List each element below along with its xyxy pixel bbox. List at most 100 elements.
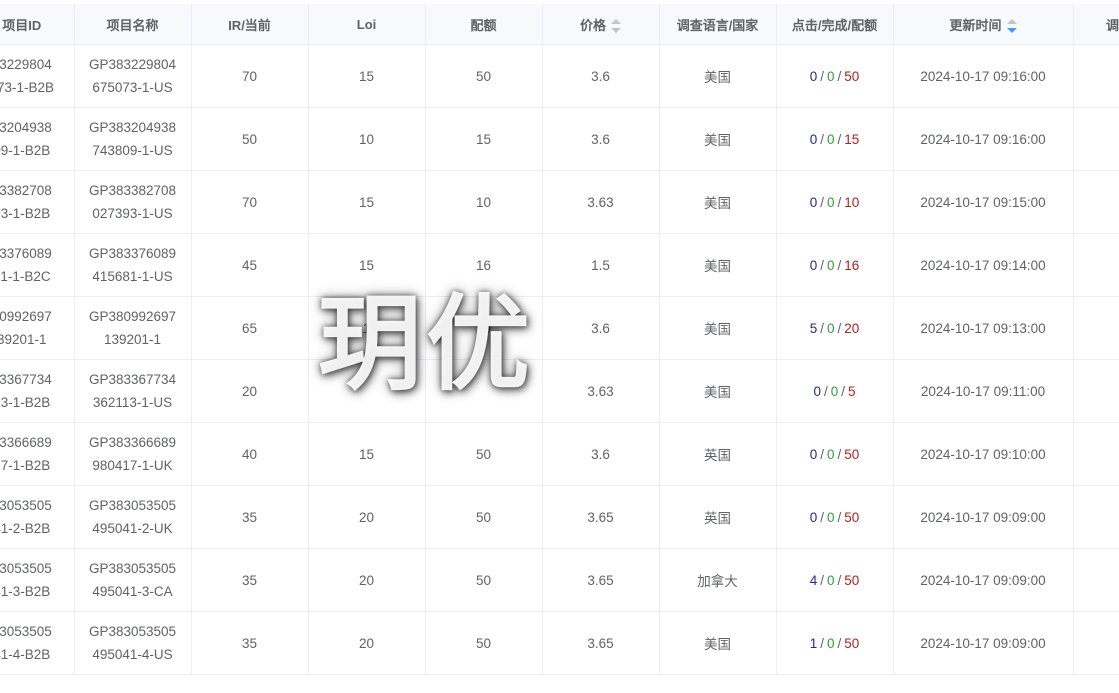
- cell-country: 美国: [659, 611, 777, 675]
- cell-extra: [1073, 107, 1119, 171]
- cell-price: 3.65: [542, 611, 660, 675]
- cell-click-complete-quota: 0/0/10: [776, 170, 894, 234]
- cell-quota: 50: [425, 611, 543, 675]
- cell-click-complete-quota: 4/0/50: [776, 548, 894, 612]
- cell-ir: 70: [191, 44, 309, 108]
- cell-country: 美国: [659, 44, 777, 108]
- cell-loi: 10: [308, 107, 426, 171]
- cell-extra: [1073, 611, 1119, 675]
- cell-project-name: GP380992697 139201-1: [74, 296, 192, 360]
- table-row[interactable]: 8320493809-1-B2BGP383204938743809-1-US50…: [0, 107, 1119, 171]
- cell-click-complete-quota: 0/0/50: [776, 485, 894, 549]
- cell-country: 加拿大: [659, 548, 777, 612]
- cell-project-id: 8305350541-3-B2B: [0, 548, 75, 612]
- cell-ir: 65: [191, 296, 309, 360]
- table-row[interactable]: 8305350541-3-B2BGP383053505495041-3-CA35…: [0, 548, 1119, 612]
- separator: /: [820, 194, 824, 210]
- quota-count: 5: [848, 383, 856, 399]
- cell-loi: [308, 359, 426, 423]
- col-header-loi: Loi: [308, 4, 426, 45]
- complete-count: 0: [826, 509, 835, 525]
- complete-count: 0: [826, 257, 835, 273]
- complete-count: 0: [826, 446, 835, 462]
- quota-count: 50: [844, 68, 860, 84]
- cell-quota: 50: [425, 485, 543, 549]
- col-header-project-id: 项目ID: [0, 4, 75, 45]
- cell-updated-at: 2024-10-17 09:14:00: [893, 233, 1074, 297]
- separator: /: [823, 383, 828, 399]
- cell-loi: 20: [308, 611, 426, 675]
- separator: /: [841, 383, 846, 399]
- cell-click-complete-quota: 0/0/5: [776, 359, 894, 423]
- table-row[interactable]: 8305350541-2-B2BGP383053505495041-2-UK35…: [0, 485, 1119, 549]
- quota-count: 20: [844, 320, 860, 336]
- col-header-click-complete-quota: 点击/完成/配额: [776, 4, 894, 45]
- cell-project-name: GP383053505 495041-3-CA: [74, 548, 192, 612]
- cell-quota: 50: [425, 422, 543, 486]
- survey-table: 项目ID 项目名称 IR/当前 Loi 配额 价格 调查语言/国家 点击/完成/…: [0, 4, 1119, 675]
- cell-country: 美国: [659, 233, 777, 297]
- sort-caret-icon[interactable]: [1006, 19, 1017, 34]
- table-row[interactable]: 8338270893-1-B2BGP383382708027393-1-US70…: [0, 170, 1119, 234]
- complete-count: 0: [826, 572, 835, 588]
- cell-extra: [1073, 44, 1119, 108]
- cell-project-name: GP383367734 362113-1-US: [74, 359, 192, 423]
- table-row[interactable]: 8336773413-1-B2BGP383367734362113-1-US20…: [0, 359, 1119, 423]
- cell-quota: 15: [425, 107, 543, 171]
- cell-price: 1.5: [542, 233, 660, 297]
- cell-project-id: 8336668917-1-B2B: [0, 422, 75, 486]
- cell-updated-at: 2024-10-17 09:11:00: [893, 359, 1074, 423]
- table-row[interactable]: 8099269739201-1GP380992697139201-1651203…: [0, 296, 1119, 360]
- separator: /: [820, 131, 824, 147]
- separator: /: [820, 509, 824, 525]
- cell-project-name: GP383053505 495041-2-UK: [74, 485, 192, 549]
- cell-country: 英国: [659, 485, 777, 549]
- cell-ir: 40: [191, 422, 309, 486]
- complete-count: 0: [826, 635, 835, 651]
- cell-ir: 20: [191, 359, 309, 423]
- cell-country: 美国: [659, 296, 777, 360]
- cell-project-id: 8305350541-4-B2B: [0, 611, 75, 675]
- table-row[interactable]: 8336668917-1-B2BGP383366689980417-1-UK40…: [0, 422, 1119, 486]
- cell-price: 3.6: [542, 296, 660, 360]
- table-row[interactable]: 8337608981-1-B2CGP383376089415681-1-US45…: [0, 233, 1119, 297]
- cell-project-name: GP383229804 675073-1-US: [74, 44, 192, 108]
- cell-price: 3.65: [542, 485, 660, 549]
- col-header-price[interactable]: 价格: [542, 4, 660, 45]
- table-row[interactable]: 8305350541-4-B2BGP383053505495041-4-US35…: [0, 611, 1119, 675]
- table-row[interactable]: 83229804673-1-B2BGP383229804675073-1-US7…: [0, 44, 1119, 108]
- quota-count: 50: [844, 446, 860, 462]
- click-count: 0: [813, 383, 821, 399]
- quota-count: 50: [844, 635, 860, 651]
- cell-quota: 50: [425, 44, 543, 108]
- quota-count: 16: [844, 257, 860, 273]
- cell-ir: 50: [191, 107, 309, 171]
- cell-project-id: 8337608981-1-B2C: [0, 233, 75, 297]
- cell-project-name: GP383382708 027393-1-US: [74, 170, 192, 234]
- separator: /: [820, 572, 824, 588]
- cell-extra: [1073, 485, 1119, 549]
- cell-ir: 45: [191, 233, 309, 297]
- cell-click-complete-quota: 5/0/20: [776, 296, 894, 360]
- cell-project-id: 8320493809-1-B2B: [0, 107, 75, 171]
- cell-click-complete-quota: 0/0/16: [776, 233, 894, 297]
- separator: /: [837, 131, 842, 147]
- cell-project-id: 8099269739201-1: [0, 296, 75, 360]
- col-header-updated-at[interactable]: 更新时间: [893, 4, 1074, 45]
- separator: /: [820, 68, 824, 84]
- cell-project-name: GP383053505 495041-4-US: [74, 611, 192, 675]
- cell-project-name: GP383376089 415681-1-US: [74, 233, 192, 297]
- cell-loi: 15: [308, 170, 426, 234]
- cell-price: 3.6: [542, 107, 660, 171]
- col-header-quota: 配额: [425, 4, 543, 45]
- sort-caret-icon[interactable]: [611, 19, 621, 34]
- cell-click-complete-quota: 0/0/50: [776, 422, 894, 486]
- cell-updated-at: 2024-10-17 09:10:00: [893, 422, 1074, 486]
- cell-quota: 10: [425, 170, 543, 234]
- cell-extra: [1073, 359, 1119, 423]
- col-header-ir: IR/当前: [191, 4, 309, 45]
- cell-click-complete-quota: 0/0/15: [776, 107, 894, 171]
- separator: /: [837, 446, 842, 462]
- cell-country: 美国: [659, 170, 777, 234]
- quota-count: 50: [844, 509, 860, 525]
